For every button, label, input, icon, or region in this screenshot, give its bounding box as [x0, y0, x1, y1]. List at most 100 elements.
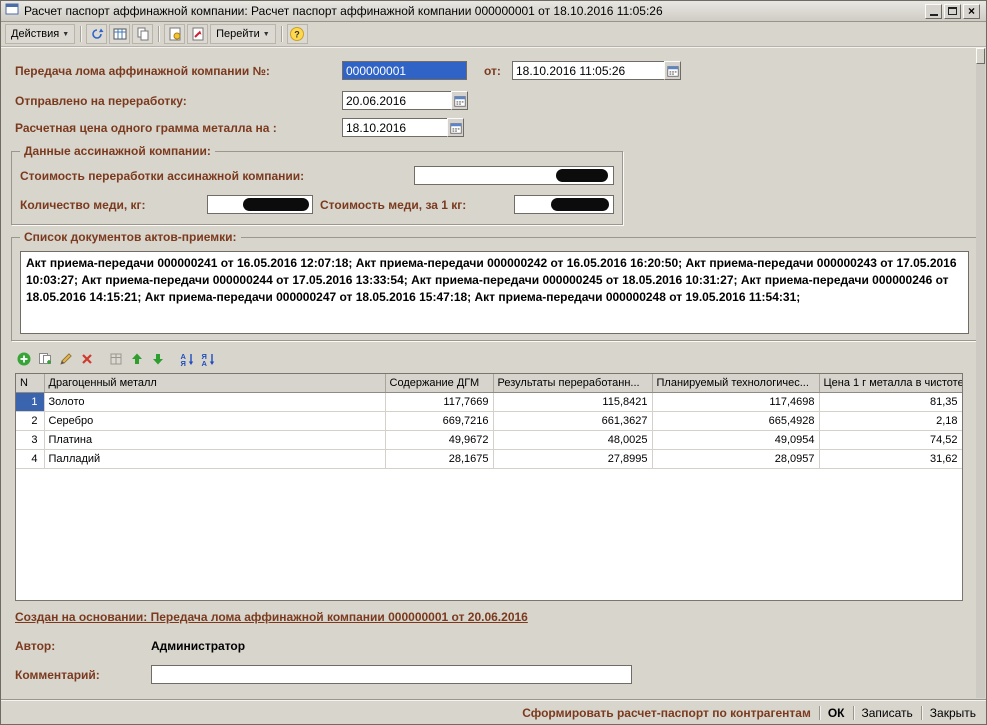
calendar-button[interactable]: [664, 61, 681, 80]
table-cell[interactable]: 74,52: [819, 430, 962, 449]
company-data-group: Данные ассинажной компании: Стоимость пе…: [11, 151, 623, 225]
calendar-icon: [666, 64, 680, 78]
price-date-value[interactable]: 18.10.2016: [342, 118, 447, 137]
column-header-n[interactable]: N: [16, 374, 44, 392]
acts-list-text[interactable]: Акт приема-передачи 000000241 от 16.05.2…: [20, 251, 969, 334]
processing-cost-label: Стоимость переработки ассинажной компани…: [20, 169, 304, 183]
sent-date-label: Отправлено на переработку:: [15, 94, 187, 108]
refresh-icon: [89, 26, 105, 42]
scrollbar-thumb[interactable]: [976, 48, 985, 64]
table-cell[interactable]: 115,8421: [493, 392, 652, 411]
sort-desc-button[interactable]: ЯА: [197, 349, 218, 370]
copy-button[interactable]: [132, 24, 153, 44]
company-data-group-title: Данные ассинажной компании:: [20, 144, 215, 158]
copy-row-button[interactable]: [34, 349, 55, 370]
transfer-number-input[interactable]: 000000001: [342, 61, 467, 80]
table-cell[interactable]: 2,18: [819, 411, 962, 430]
table-cell[interactable]: 3: [16, 430, 44, 449]
move-down-button[interactable]: [147, 349, 168, 370]
report-icon: [167, 26, 183, 42]
column-header-planned[interactable]: Планируемый технологичес...: [652, 374, 819, 392]
edit-row-button[interactable]: [55, 349, 76, 370]
column-header-metal[interactable]: Драгоценный металл: [44, 374, 385, 392]
bottom-bar-separator: [819, 706, 820, 720]
bottom-bar-separator: [921, 706, 922, 720]
table-cell[interactable]: 28,1675: [385, 449, 493, 468]
help-button[interactable]: ?: [287, 24, 308, 44]
sort-asc-button[interactable]: АЯ: [176, 349, 197, 370]
redacted-value: [551, 198, 609, 211]
table-row[interactable]: 2Серебро669,7216661,3627665,49282,18: [16, 411, 962, 430]
bottom-bar-separator: [853, 706, 854, 720]
toolbar-separator: [281, 26, 282, 42]
table-cell[interactable]: 48,0025: [493, 430, 652, 449]
column-header-processed[interactable]: Результаты переработанн...: [493, 374, 652, 392]
table-cell[interactable]: 117,7669: [385, 392, 493, 411]
ok-button[interactable]: ОК: [828, 706, 845, 720]
copy-add-icon: [37, 351, 53, 367]
end-edit-button[interactable]: [105, 349, 126, 370]
table-cell[interactable]: 28,0957: [652, 449, 819, 468]
minimize-icon: [930, 14, 938, 16]
table-cell[interactable]: Платина: [44, 430, 385, 449]
table-cell[interactable]: 661,3627: [493, 411, 652, 430]
window-title: Расчет паспорт аффинажной компании: Расч…: [24, 4, 920, 18]
report-button[interactable]: [164, 24, 185, 44]
comment-input[interactable]: [151, 665, 632, 684]
write-button[interactable]: Записать: [862, 706, 913, 720]
acts-list-group: Список документов актов-приемки: Акт при…: [11, 237, 978, 341]
table-cell[interactable]: Палладий: [44, 449, 385, 468]
processing-cost-input[interactable]: [414, 166, 614, 185]
sent-date-value[interactable]: 20.06.2016: [342, 91, 451, 110]
close-button[interactable]: ×: [963, 4, 980, 19]
price-date-field[interactable]: 18.10.2016: [342, 118, 464, 137]
calendar-button[interactable]: [447, 118, 464, 137]
metals-table-body: 1Золото117,7669115,8421117,469881,352Сер…: [16, 392, 962, 468]
table-cell[interactable]: 1: [16, 392, 44, 411]
based-on-link[interactable]: Создан на основании: Передача лома аффин…: [15, 610, 528, 624]
svg-text:?: ?: [294, 30, 300, 40]
show-list-button[interactable]: [109, 24, 130, 44]
table-row[interactable]: 1Золото117,7669115,8421117,469881,35: [16, 392, 962, 411]
table-cell[interactable]: Серебро: [44, 411, 385, 430]
actions-menu-button[interactable]: Действия ▼: [5, 24, 75, 44]
move-up-button[interactable]: [126, 349, 147, 370]
calendar-button[interactable]: [451, 91, 468, 110]
table-cell[interactable]: 669,7216: [385, 411, 493, 430]
copper-price-input[interactable]: [514, 195, 614, 214]
copy-icon: [135, 26, 151, 42]
minimize-button[interactable]: [925, 4, 942, 19]
delete-row-button[interactable]: [76, 349, 97, 370]
table-cell[interactable]: 49,9672: [385, 430, 493, 449]
metals-table[interactable]: N Драгоценный металл Содержание ДГМ Резу…: [15, 373, 963, 601]
column-header-content[interactable]: Содержание ДГМ: [385, 374, 493, 392]
reread-button[interactable]: [86, 24, 107, 44]
table-cell[interactable]: 117,4698: [652, 392, 819, 411]
author-value: Администратор: [151, 639, 245, 653]
table-cell[interactable]: 81,35: [819, 392, 962, 411]
go-menu-button[interactable]: Перейти ▼: [210, 24, 276, 44]
table-cell[interactable]: 665,4928: [652, 411, 819, 430]
add-row-button[interactable]: [13, 349, 34, 370]
table-row[interactable]: 4Палладий28,167527,899528,095731,62: [16, 449, 962, 468]
table-cell[interactable]: 27,8995: [493, 449, 652, 468]
table-cell[interactable]: Золото: [44, 392, 385, 411]
sent-date-field[interactable]: 20.06.2016: [342, 91, 468, 110]
document-date-field[interactable]: 18.10.2016 11:05:26: [512, 61, 681, 80]
document-window: Расчет паспорт аффинажной компании: Расч…: [0, 0, 987, 725]
table-cell[interactable]: 2: [16, 411, 44, 430]
app-icon: [5, 2, 19, 21]
document-date-value[interactable]: 18.10.2016 11:05:26: [512, 61, 664, 80]
maximize-button[interactable]: [944, 4, 961, 19]
table-cell[interactable]: 31,62: [819, 449, 962, 468]
column-header-price[interactable]: Цена 1 г металла в чистоте: [819, 374, 962, 392]
table-cell[interactable]: 4: [16, 449, 44, 468]
generate-passport-button[interactable]: Сформировать расчет-паспорт по контраген…: [522, 706, 811, 720]
structure-button[interactable]: [187, 24, 208, 44]
table-row[interactable]: 3Платина49,967248,002549,095474,52: [16, 430, 962, 449]
copper-qty-input[interactable]: [207, 195, 313, 214]
from-label: от:: [484, 64, 501, 78]
table-cell[interactable]: 49,0954: [652, 430, 819, 449]
close-form-button[interactable]: Закрыть: [930, 706, 976, 720]
form-scrollbar[interactable]: [976, 48, 985, 698]
